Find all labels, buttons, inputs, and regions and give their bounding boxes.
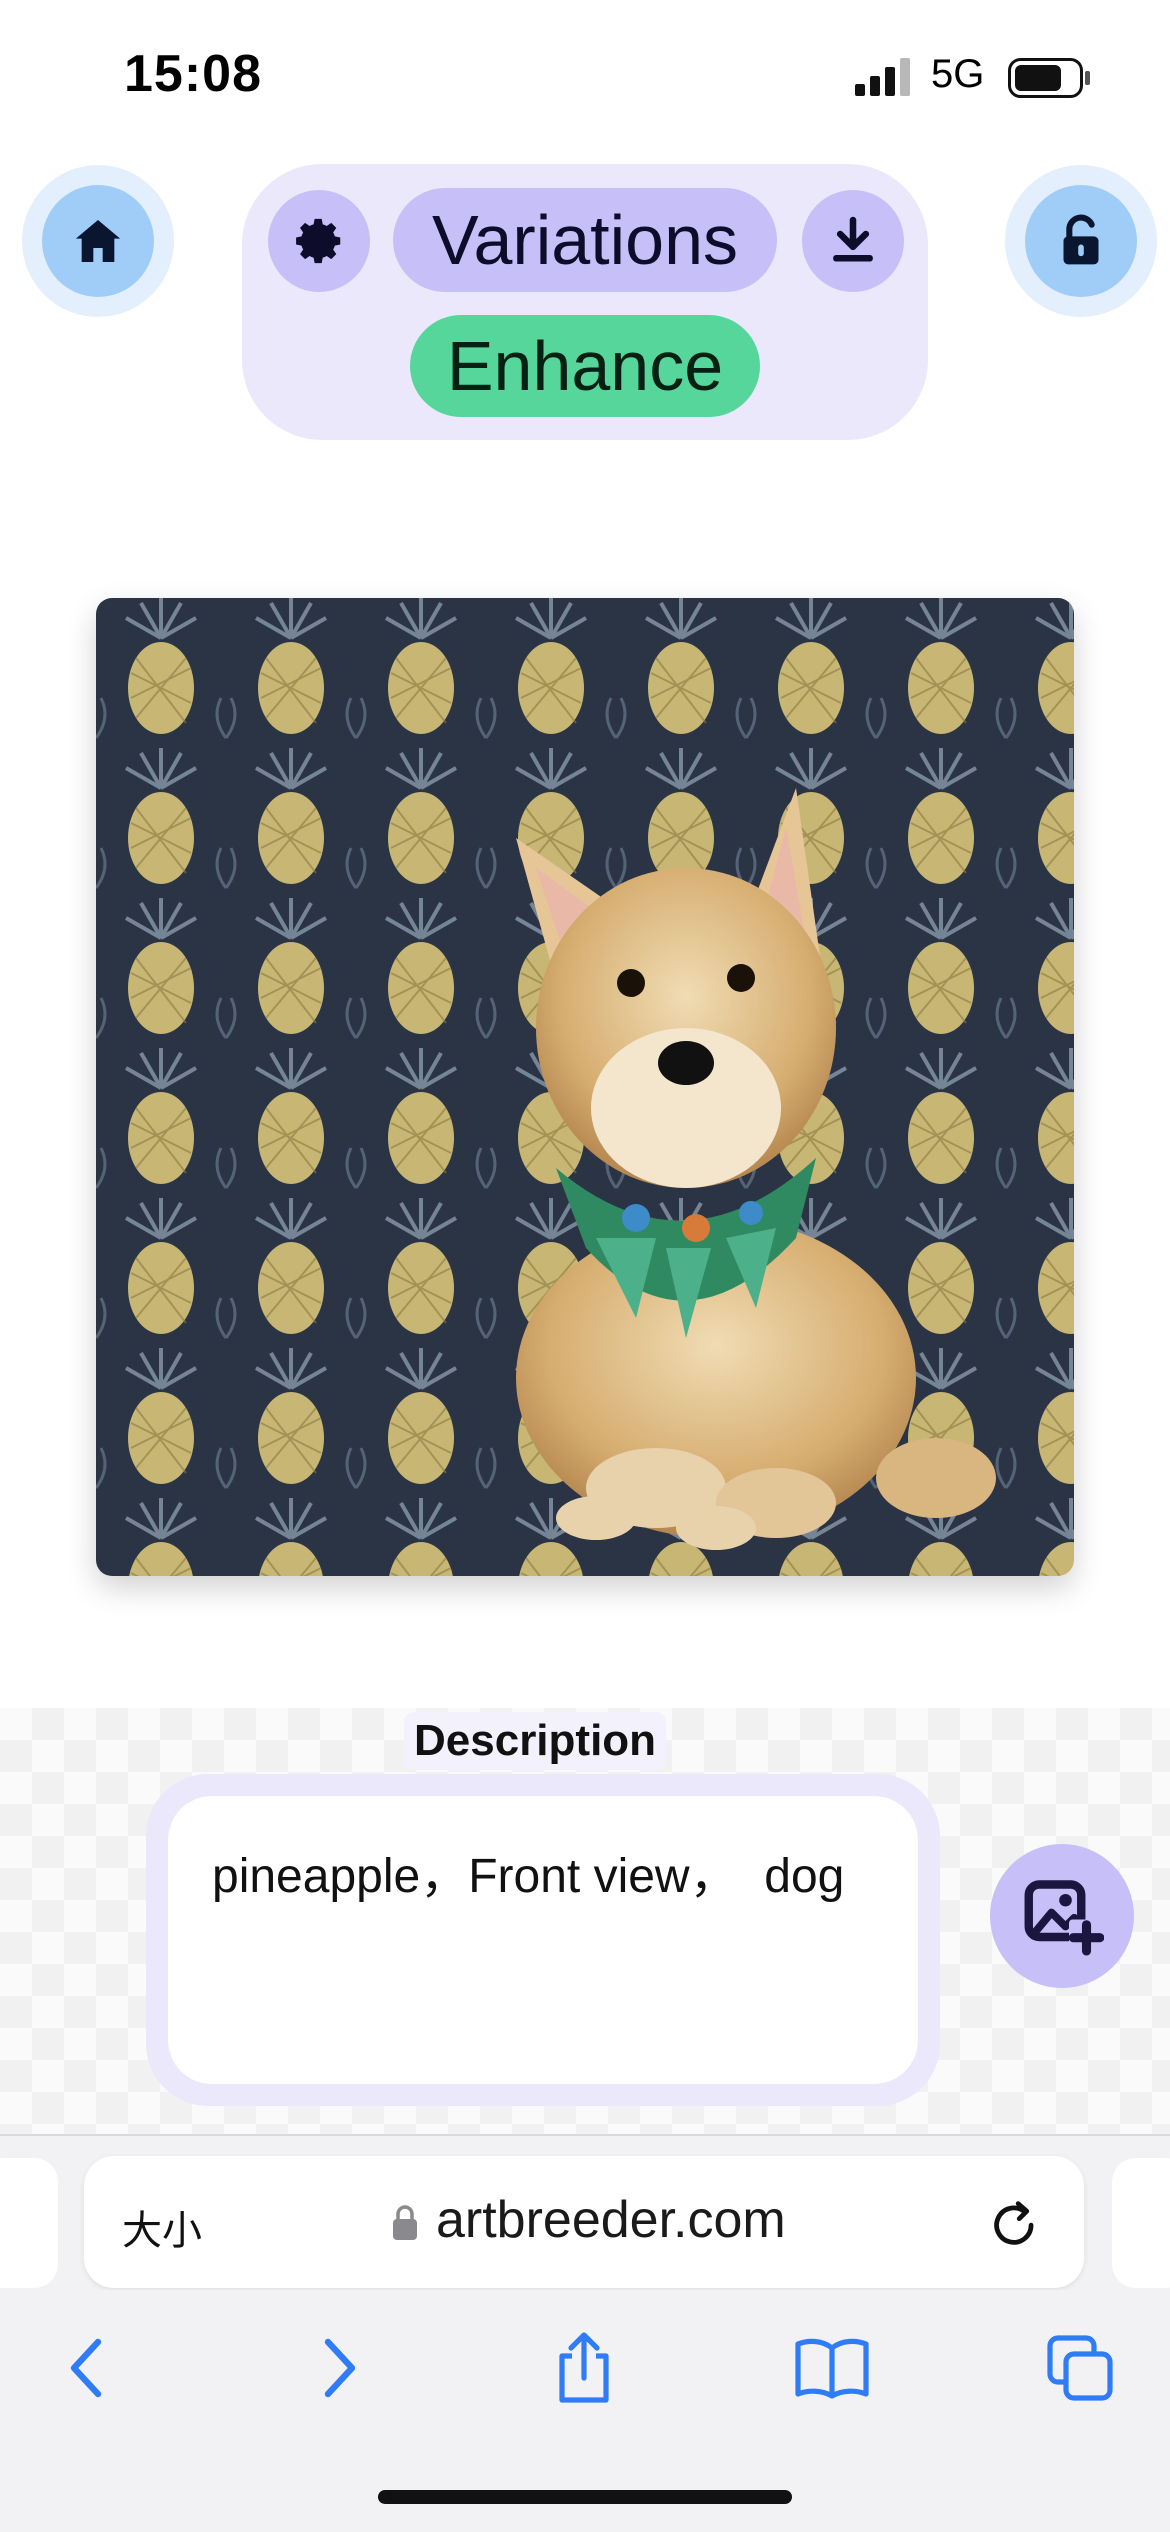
generated-artwork[interactable] [96, 598, 1074, 1576]
download-icon [833, 216, 873, 262]
forward-button[interactable] [300, 2328, 380, 2408]
enhance-button[interactable]: Enhance [410, 315, 760, 417]
url-text[interactable]: artbreeder.com [436, 2190, 786, 2250]
share-icon [559, 2332, 609, 2403]
previous-tab-preview[interactable] [0, 2158, 58, 2288]
description-label: Description [404, 1712, 667, 1770]
download-button[interactable] [802, 190, 904, 292]
artwork-image [96, 598, 1074, 1576]
tabs-icon [1047, 2335, 1113, 2401]
secure-lock-icon [393, 2205, 417, 2240]
share-button[interactable] [544, 2328, 624, 2408]
variations-button[interactable]: Variations [393, 188, 777, 292]
lock-button[interactable] [1005, 165, 1157, 317]
status-time: 15:08 [124, 45, 262, 103]
reload-icon[interactable] [990, 2195, 1042, 2251]
back-button[interactable] [46, 2328, 126, 2408]
battery-icon [1008, 58, 1090, 98]
chevron-right-icon [324, 2338, 356, 2398]
gear-icon [296, 218, 341, 264]
add-image-icon [1024, 1880, 1104, 1956]
lock-open-icon [1063, 214, 1099, 265]
chevron-left-icon [70, 2338, 102, 2398]
next-tab-preview[interactable] [1112, 2158, 1170, 2288]
bookmarks-button[interactable] [792, 2328, 872, 2408]
description-box: pineapple，Front view， dog [146, 1774, 940, 2106]
description-textarea[interactable]: pineapple，Front view， dog [168, 1796, 918, 2084]
cellular-signal-icon [855, 58, 910, 96]
home-icon [75, 220, 121, 262]
network-type: 5G [931, 52, 985, 96]
home-button[interactable] [22, 165, 174, 317]
add-image-button[interactable] [990, 1844, 1134, 1988]
home-indicator [378, 2490, 792, 2504]
tabs-button[interactable] [1040, 2328, 1120, 2408]
book-icon [795, 2338, 869, 2399]
text-size-button[interactable]: 大小 [122, 2198, 202, 2256]
settings-button[interactable] [268, 190, 370, 292]
status-bar: 15:08 5G [0, 0, 1170, 150]
